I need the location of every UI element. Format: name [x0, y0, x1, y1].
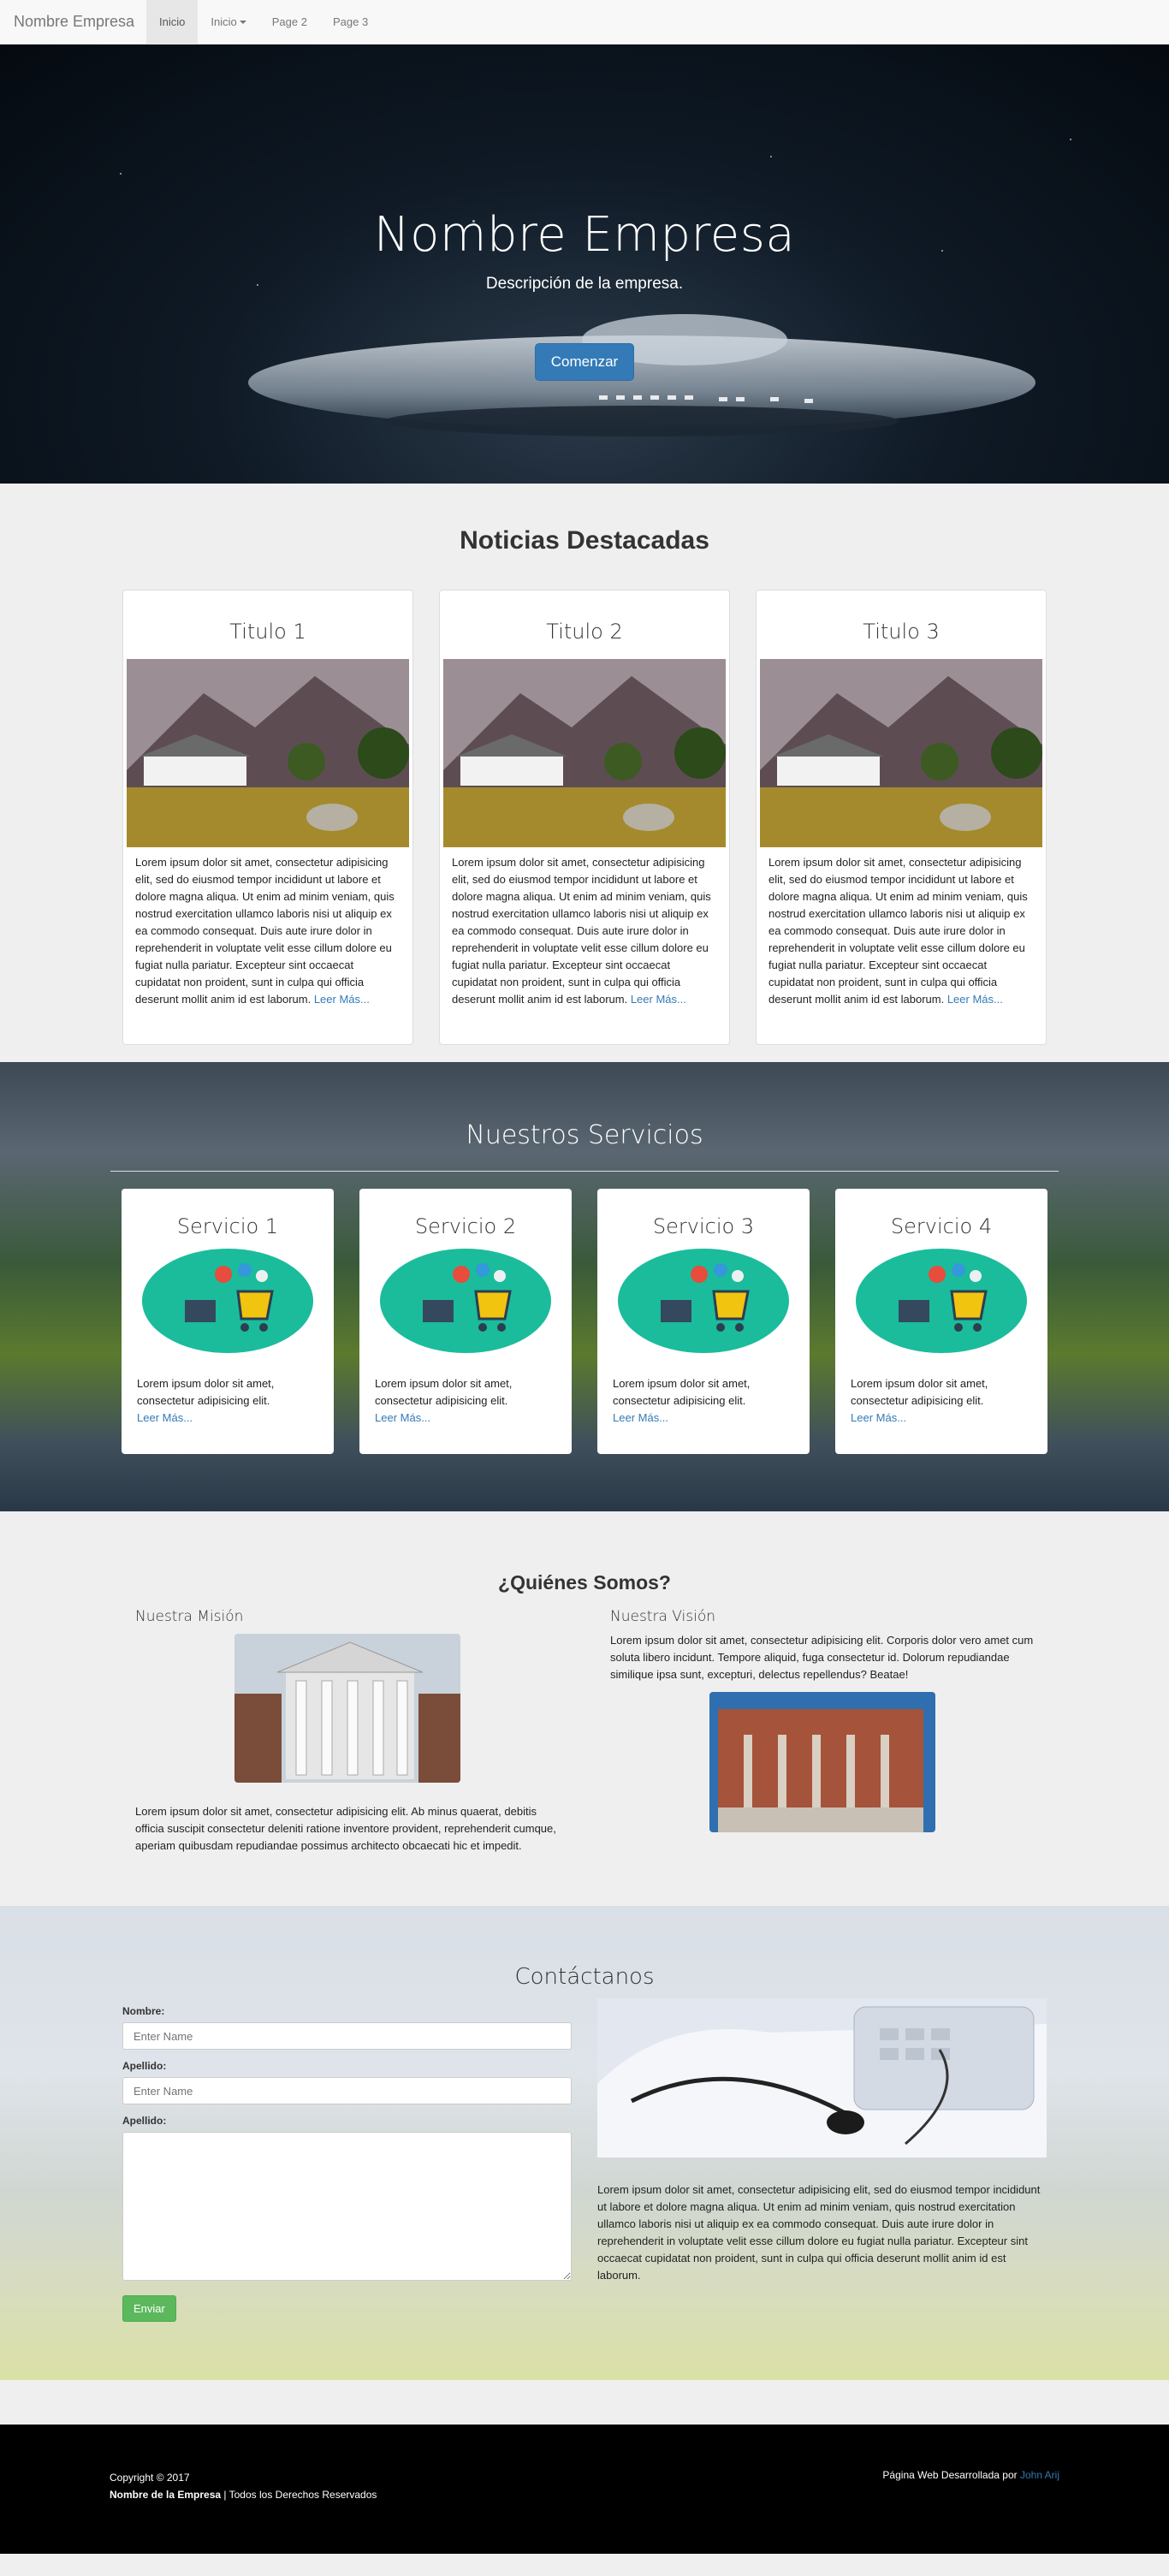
news-section-title: Noticias Destacadas	[460, 526, 709, 555]
star	[1070, 139, 1071, 140]
news-card-text: Lorem ipsum dolor sit amet, consectetur …	[452, 856, 711, 1006]
nav-dropdown-label: Inicio	[211, 15, 237, 28]
service-card-body: Lorem ipsum dolor sit amet, consectetur …	[375, 1375, 556, 1427]
message-textarea[interactable]	[122, 2132, 572, 2281]
service-card-text: Lorem ipsum dolor sit amet, consectetur …	[375, 1377, 513, 1407]
shopping-cart-icon	[618, 1249, 789, 1353]
services-section: Nuestros Servicios Servicio 1 Lorem ipsu…	[0, 1062, 1169, 1511]
service-card-text: Lorem ipsum dolor sit amet, consectetur …	[137, 1377, 275, 1407]
read-more-link[interactable]: Leer Más...	[314, 993, 370, 1006]
contact-form: Nombre: Apellido: Apellido: Enviar	[122, 1998, 572, 2322]
rights-text: | Todos los Derechos Reservados	[221, 2489, 377, 2501]
hero-section: Nombre Empresa Descripción de la empresa…	[0, 45, 1169, 484]
vision-column: Nuestra Visión Lorem ipsum dolor sit ame…	[610, 1608, 1034, 1855]
service-card: Servicio 3 Lorem ipsum dolor sit amet, c…	[597, 1189, 810, 1454]
service-cards: Servicio 1 Lorem ipsum dolor sit amet, c…	[0, 1189, 1169, 1454]
service-card: Servicio 1 Lorem ipsum dolor sit amet, c…	[122, 1189, 334, 1454]
navbar-brand[interactable]: Nombre Empresa	[14, 13, 134, 31]
building-image	[709, 1692, 935, 1832]
contact-section-title: Contáctanos	[514, 1964, 655, 1990]
footer-left: Copyright © 2017 Nombre de la Empresa | …	[110, 2469, 377, 2554]
read-more-link[interactable]: Leer Más...	[613, 1411, 668, 1424]
company-name: Nombre de la Empresa	[110, 2489, 222, 2501]
news-card-body: Lorem ipsum dolor sit amet, consectetur …	[760, 847, 1042, 1015]
nav-item-page3[interactable]: Page 3	[320, 0, 381, 45]
contact-columns: Nombre: Apellido: Apellido: Enviar Lorem…	[0, 1998, 1169, 2322]
shopping-cart-icon	[856, 1249, 1027, 1353]
service-card: Servicio 2 Lorem ipsum dolor sit amet, c…	[359, 1189, 572, 1454]
news-card-title: Titulo 2	[546, 620, 623, 644]
about-columns: Nuestra Misión Lorem ipsum dolor sit ame…	[0, 1608, 1169, 1855]
news-card-text: Lorem ipsum dolor sit amet, consectetur …	[768, 856, 1028, 1006]
landscape-image	[443, 659, 726, 847]
news-card-body: Lorem ipsum dolor sit amet, consectetur …	[443, 847, 726, 1015]
vision-text: Lorem ipsum dolor sit amet, consectetur …	[610, 1634, 1034, 1681]
nav-item-inicio[interactable]: Inicio	[146, 0, 199, 45]
first-name-label: Nombre:	[122, 2005, 165, 2017]
mission-text: Lorem ipsum dolor sit amet, consectetur …	[135, 1805, 556, 1852]
footer-right: Página Web Desarrollada por John Arij	[882, 2469, 1059, 2554]
service-card-text: Lorem ipsum dolor sit amet, consectetur …	[851, 1377, 988, 1407]
caret-down-icon	[239, 20, 246, 24]
navbar: Nombre Empresa Inicio Inicio Page 2 Page…	[0, 0, 1169, 45]
about-section: ¿Quiénes Somos? Nuestra Misión Lorem ips…	[0, 1511, 1169, 1906]
service-card-title: Servicio 3	[652, 1214, 755, 1238]
about-section-title: ¿Quiénes Somos?	[498, 1571, 671, 1594]
read-more-link[interactable]: Leer Más...	[375, 1411, 430, 1424]
service-card-title: Servicio 1	[176, 1214, 279, 1238]
news-card-text: Lorem ipsum dolor sit amet, consectetur …	[135, 856, 395, 1006]
nav-item-dropdown[interactable]: Inicio	[198, 0, 258, 45]
nav-item-page2[interactable]: Page 2	[259, 0, 320, 45]
last-name-input[interactable]	[122, 2077, 572, 2104]
news-card-title: Titulo 1	[229, 620, 306, 644]
credit-text: Página Web Desarrollada por	[882, 2469, 1020, 2481]
services-section-title: Nuestros Servicios	[466, 1120, 703, 1150]
landscape-image	[760, 659, 1042, 847]
service-card-text: Lorem ipsum dolor sit amet, consectetur …	[613, 1377, 751, 1407]
contact-text: Lorem ipsum dolor sit amet, consectetur …	[597, 2183, 1041, 2282]
footer: Copyright © 2017 Nombre de la Empresa | …	[0, 2425, 1169, 2554]
service-card-body: Lorem ipsum dolor sit amet, consectetur …	[613, 1375, 794, 1427]
contact-info: Lorem ipsum dolor sit amet, consectetur …	[597, 1998, 1047, 2322]
hero-title: Nombre Empresa	[373, 207, 796, 263]
telephone-headset-image	[597, 1998, 1047, 2158]
first-name-input[interactable]	[122, 2022, 572, 2050]
news-card-title: Titulo 3	[863, 620, 940, 644]
read-more-link[interactable]: Leer Más...	[851, 1411, 906, 1424]
read-more-link[interactable]: Leer Más...	[947, 993, 1003, 1006]
star	[770, 156, 772, 157]
hero-subtitle: Descripción de la empresa.	[485, 275, 684, 293]
rights-line: Nombre de la Empresa | Todos los Derecho…	[110, 2486, 377, 2503]
submit-button[interactable]: Enviar	[122, 2295, 176, 2322]
news-card: Titulo 3 Lorem ipsum dolor sit amet, con…	[756, 590, 1047, 1045]
news-card: Titulo 2 Lorem ipsum dolor sit amet, con…	[439, 590, 730, 1045]
service-card-body: Lorem ipsum dolor sit amet, consectetur …	[851, 1375, 1032, 1427]
news-section: Noticias Destacadas Titulo 1 Lorem ipsum…	[0, 484, 1169, 1062]
mission-column: Nuestra Misión Lorem ipsum dolor sit ame…	[135, 1608, 559, 1855]
building-image	[234, 1634, 460, 1783]
shopping-cart-icon	[380, 1249, 551, 1353]
service-card-body: Lorem ipsum dolor sit amet, consectetur …	[137, 1375, 318, 1427]
contact-section: Contáctanos Nombre: Apellido: Apellido: …	[0, 1906, 1169, 2380]
news-card-body: Lorem ipsum dolor sit amet, consectetur …	[127, 847, 409, 1015]
service-card-title: Servicio 4	[890, 1214, 993, 1238]
service-card-title: Servicio 2	[414, 1214, 517, 1238]
read-more-link[interactable]: Leer Más...	[137, 1411, 193, 1424]
news-card: Titulo 1 Lorem ipsum dolor sit amet, con…	[122, 590, 413, 1045]
author-link[interactable]: John Arij	[1020, 2469, 1059, 2481]
start-button[interactable]: Comenzar	[534, 343, 635, 381]
shopping-cart-icon	[142, 1249, 313, 1353]
message-label: Apellido:	[122, 2115, 167, 2127]
vision-heading: Nuestra Visión	[610, 1608, 716, 1625]
copyright-text: Copyright © 2017	[110, 2472, 190, 2484]
service-card: Servicio 4 Lorem ipsum dolor sit amet, c…	[835, 1189, 1047, 1454]
landscape-image	[127, 659, 409, 847]
read-more-link[interactable]: Leer Más...	[631, 993, 686, 1006]
news-cards: Titulo 1 Lorem ipsum dolor sit amet, con…	[0, 590, 1169, 1045]
last-name-label: Apellido:	[122, 2060, 167, 2072]
star	[120, 173, 122, 175]
mission-heading: Nuestra Misión	[135, 1608, 244, 1625]
divider	[110, 1171, 1059, 1172]
hero-content: Nombre Empresa Descripción de la empresa…	[0, 207, 1169, 381]
